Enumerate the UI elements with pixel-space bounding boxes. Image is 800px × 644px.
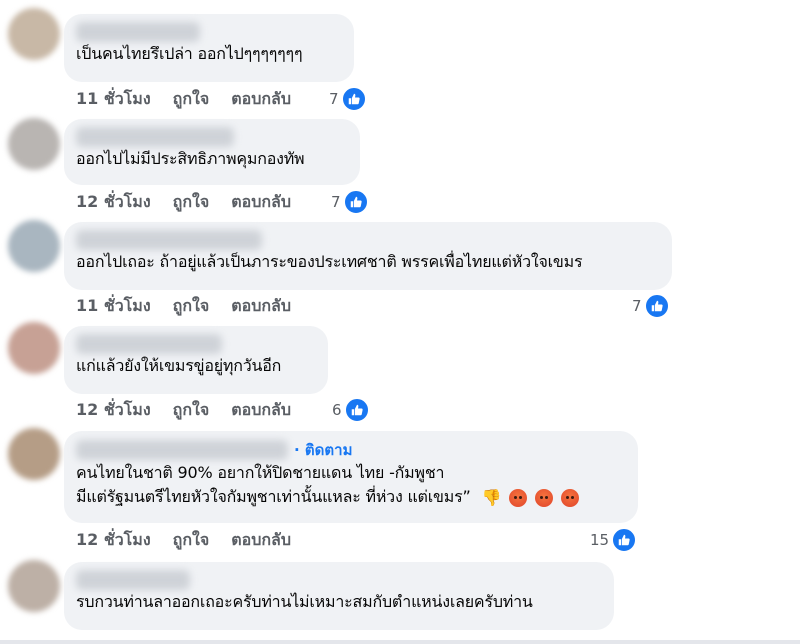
comment-text: ออกไปไม่มีประสิทธิภาพคุมกองทัพ (76, 149, 305, 168)
comment-actions: 12 ชั่วโมง ถูกใจ ตอบกลับ (76, 528, 313, 552)
like-thumbs-up-icon (611, 527, 638, 553)
reaction-summary[interactable]: 6 (332, 397, 370, 423)
commenter-name-blurred[interactable] (76, 22, 200, 42)
reply-link[interactable]: ตอบกลับ (231, 528, 291, 553)
avatar[interactable] (8, 118, 60, 170)
like-link[interactable]: ถูกใจ (173, 398, 210, 423)
reply-link[interactable]: ตอบกลับ (231, 398, 291, 423)
divider (0, 640, 800, 644)
comment-time[interactable]: 11 ชั่วโมง (76, 87, 151, 112)
reaction-count: 7 (632, 297, 642, 315)
comment-bubble: ออกไปไม่มีประสิทธิภาพคุมกองทัพ (64, 119, 360, 185)
thumbs-down-emoji-icon: 👎 (481, 487, 502, 507)
comment-text: เป็นคนไทยรึเปล่า ออกไปๆๆๆๆๆๆๆ (76, 44, 303, 63)
avatar[interactable] (8, 322, 60, 374)
reaction-summary[interactable]: 7 (331, 189, 369, 215)
comment-actions: 11 ชั่วโมง ถูกใจ ตอบกลับ (76, 87, 313, 111)
like-link[interactable]: ถูกใจ (173, 528, 210, 553)
comment-time[interactable]: 12 ชั่วโมง (76, 528, 151, 553)
commenter-name-blurred[interactable] (76, 440, 288, 460)
follow-link[interactable]: · ติดตาม (294, 438, 352, 462)
like-thumbs-up-icon (340, 86, 367, 112)
commenter-name-blurred[interactable] (76, 570, 190, 590)
comment-time[interactable]: 12 ชั่วโมง (76, 190, 151, 215)
comment-text: แก่แล้วยังให้เขมรขู่อยู่ทุกวันอีก (76, 356, 282, 375)
comment-actions: 12 ชั่วโมง ถูกใจ ตอบกลับ (76, 190, 313, 214)
avatar[interactable] (8, 8, 60, 60)
avatar[interactable] (8, 560, 60, 612)
comment-text: ออกไปเถอะ ถ้าอยู่แล้วเป็นภาระของประเทศชา… (76, 252, 583, 271)
commenter-header: · ติดตาม (76, 439, 626, 461)
avatar[interactable] (8, 220, 60, 272)
commenter-name-blurred[interactable] (76, 127, 234, 147)
comment-bubble: รบกวนท่านลาออกเถอะครับท่านไม่เหมาะสมกับต… (64, 562, 614, 630)
like-link[interactable]: ถูกใจ (173, 87, 210, 112)
reply-link[interactable]: ตอบกลับ (231, 190, 291, 215)
like-link[interactable]: ถูกใจ (173, 294, 210, 319)
comment-time[interactable]: 12 ชั่วโมง (76, 398, 151, 423)
angry-face-emoji-icon (535, 488, 553, 507)
reaction-count: 15 (590, 531, 610, 549)
like-thumbs-up-icon (343, 397, 370, 423)
comment-bubble: เป็นคนไทยรึเปล่า ออกไปๆๆๆๆๆๆๆ (64, 14, 354, 82)
angry-face-emoji-icon (560, 488, 579, 507)
comment-bubble: แก่แล้วยังให้เขมรขู่อยู่ทุกวันอีก (64, 326, 328, 394)
comment-actions: 11 ชั่วโมง ถูกใจ ตอบกลับ (76, 294, 313, 318)
avatar[interactable] (8, 428, 60, 480)
reaction-summary[interactable]: 7 (329, 86, 367, 112)
reaction-count: 7 (329, 90, 339, 108)
reply-link[interactable]: ตอบกลับ (231, 294, 291, 319)
reaction-count: 7 (331, 193, 341, 211)
comment-bubble: · ติดตาม คนไทยในชาติ 90% อยากให้ปิดชายแด… (64, 431, 638, 523)
reaction-summary[interactable]: 7 (632, 293, 670, 319)
comment-text-line: มีแต่รัฐมนตรีไทยหัวใจกัมพูชาเท่านั้นแหละ… (76, 487, 471, 506)
angry-face-emoji-icon (509, 488, 528, 507)
comment-text: รบกวนท่านลาออกเถอะครับท่านไม่เหมาะสมกับต… (76, 592, 533, 611)
like-thumbs-up-icon (643, 293, 670, 319)
comment-actions: 12 ชั่วโมง ถูกใจ ตอบกลับ (76, 398, 313, 422)
reaction-summary[interactable]: 15 (590, 527, 638, 553)
reply-link[interactable]: ตอบกลับ (231, 87, 291, 112)
comment-text: มีแต่รัฐมนตรีไทยหัวใจกัมพูชาเท่านั้นแหละ… (76, 485, 626, 510)
commenter-name-blurred[interactable] (76, 230, 262, 250)
comment-bubble: ออกไปเถอะ ถ้าอยู่แล้วเป็นภาระของประเทศชา… (64, 222, 672, 290)
comment-text: คนไทยในชาติ 90% อยากให้ปิดชายแดน ไทย -กั… (76, 463, 445, 482)
comment-time[interactable]: 11 ชั่วโมง (76, 294, 151, 319)
commenter-name-blurred[interactable] (76, 334, 222, 354)
like-link[interactable]: ถูกใจ (173, 190, 210, 215)
reaction-count: 6 (332, 401, 342, 419)
like-thumbs-up-icon (342, 189, 369, 215)
